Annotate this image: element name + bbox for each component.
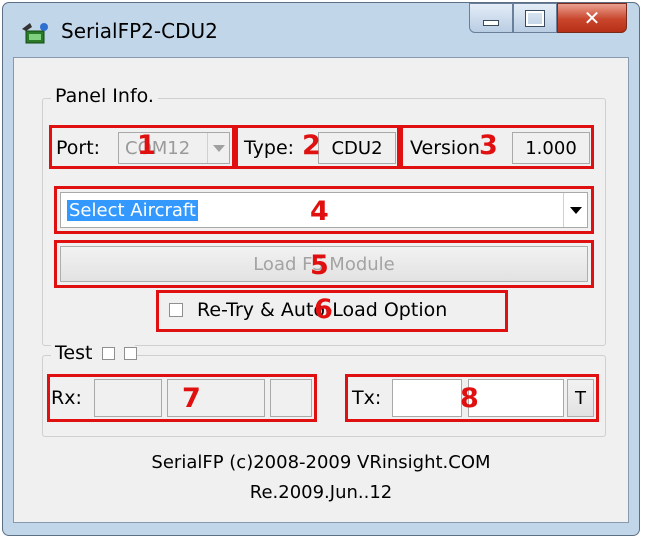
rx-label: Rx: [51, 387, 82, 409]
annotation-3: 3 [479, 130, 498, 161]
minimize-button[interactable] [469, 3, 513, 33]
revision-text: Re.2009.Jun..12 [249, 482, 393, 503]
maximize-button[interactable] [513, 3, 557, 33]
annotation-1: 1 [137, 130, 156, 161]
port-label: Port: [56, 137, 101, 159]
chevron-down-icon [569, 206, 582, 214]
annotation-5: 5 [310, 250, 329, 281]
type-label: Type: [244, 137, 295, 159]
aircraft-dropdown-arrow[interactable] [563, 193, 587, 227]
port-select[interactable]: COM12 [118, 132, 230, 164]
window-title: SerialFP2-CDU2 [61, 19, 218, 43]
type-field: CDU2 [318, 132, 396, 164]
t-button[interactable]: T [567, 379, 594, 417]
aircraft-selected-value: Select Aircraft [67, 199, 198, 221]
minimize-icon [483, 20, 499, 26]
port-dropdown-arrow[interactable] [207, 133, 229, 163]
app-window: SerialFP2-CDU2 ✕ Panel Info. Port: COM12… [2, 2, 640, 536]
copyright-text: SerialFP (c)2008-2009 VRinsight.COM [151, 452, 491, 473]
test-checkbox-1[interactable] [102, 347, 116, 360]
chevron-down-icon [212, 144, 225, 152]
annotation-4: 4 [310, 196, 329, 227]
annotation-2: 2 [302, 130, 321, 161]
title-bar[interactable]: SerialFP2-CDU2 ✕ [3, 3, 639, 59]
port-value: COM12 [125, 137, 191, 159]
panel-info-legend: Panel Info. [51, 85, 158, 107]
test-legend: Test [51, 342, 137, 364]
retry-checkbox[interactable] [169, 303, 183, 317]
version-field: 1.000 [512, 132, 590, 164]
test-legend-label: Test [55, 342, 93, 364]
close-icon: ✕ [583, 6, 601, 30]
client-area: Panel Info. Port: COM12 1 Type: CDU2 2 V… [13, 57, 629, 523]
rx-field-3 [270, 379, 312, 417]
maximize-icon [525, 9, 545, 27]
app-icon [22, 23, 48, 44]
close-button[interactable]: ✕ [557, 3, 627, 33]
test-checkbox-2[interactable] [123, 347, 137, 360]
tx-field-2[interactable] [468, 379, 564, 417]
annotation-6: 6 [314, 294, 333, 325]
annotation-8: 8 [460, 383, 479, 414]
version-label: Version [410, 137, 480, 159]
tx-label: Tx: [352, 387, 382, 409]
annotation-7: 7 [182, 383, 201, 414]
tx-field-1[interactable] [392, 379, 462, 417]
rx-field-1 [94, 379, 162, 417]
